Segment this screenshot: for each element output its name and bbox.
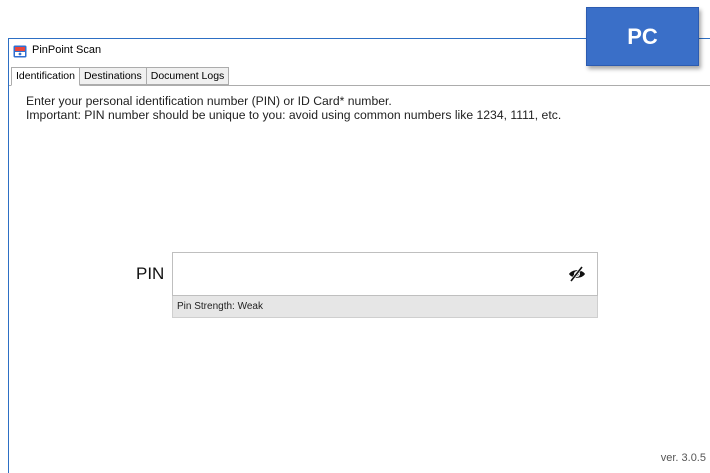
- pinpoint-app-icon: [13, 45, 27, 58]
- tab-document-logs[interactable]: Document Logs: [145, 67, 230, 85]
- tab-destinations[interactable]: Destinations: [78, 67, 147, 85]
- instruction-line-2: Important: PIN number should be unique t…: [26, 108, 562, 122]
- tab-divider: [9, 85, 710, 86]
- pc-badge: PC: [586, 7, 699, 66]
- eye-hidden-icon[interactable]: [567, 265, 587, 283]
- window-title: PinPoint Scan: [32, 44, 102, 56]
- pin-input[interactable]: [174, 254, 554, 294]
- pc-badge-label: PC: [627, 23, 658, 49]
- tab-strip: Identification Destinations Document Log…: [11, 67, 230, 86]
- version-label: ver. 3.0.5: [660, 452, 706, 464]
- pin-strength-text: Pin Strength: Weak: [177, 301, 263, 312]
- pin-field-container: [172, 252, 598, 296]
- pin-label: PIN: [136, 264, 165, 283]
- instructions: Enter your personal identification numbe…: [26, 94, 561, 122]
- instruction-line-1: Enter your personal identification numbe…: [26, 94, 392, 108]
- pin-strength-bar: Pin Strength: Weak: [172, 296, 598, 318]
- tab-identification[interactable]: Identification: [11, 67, 80, 86]
